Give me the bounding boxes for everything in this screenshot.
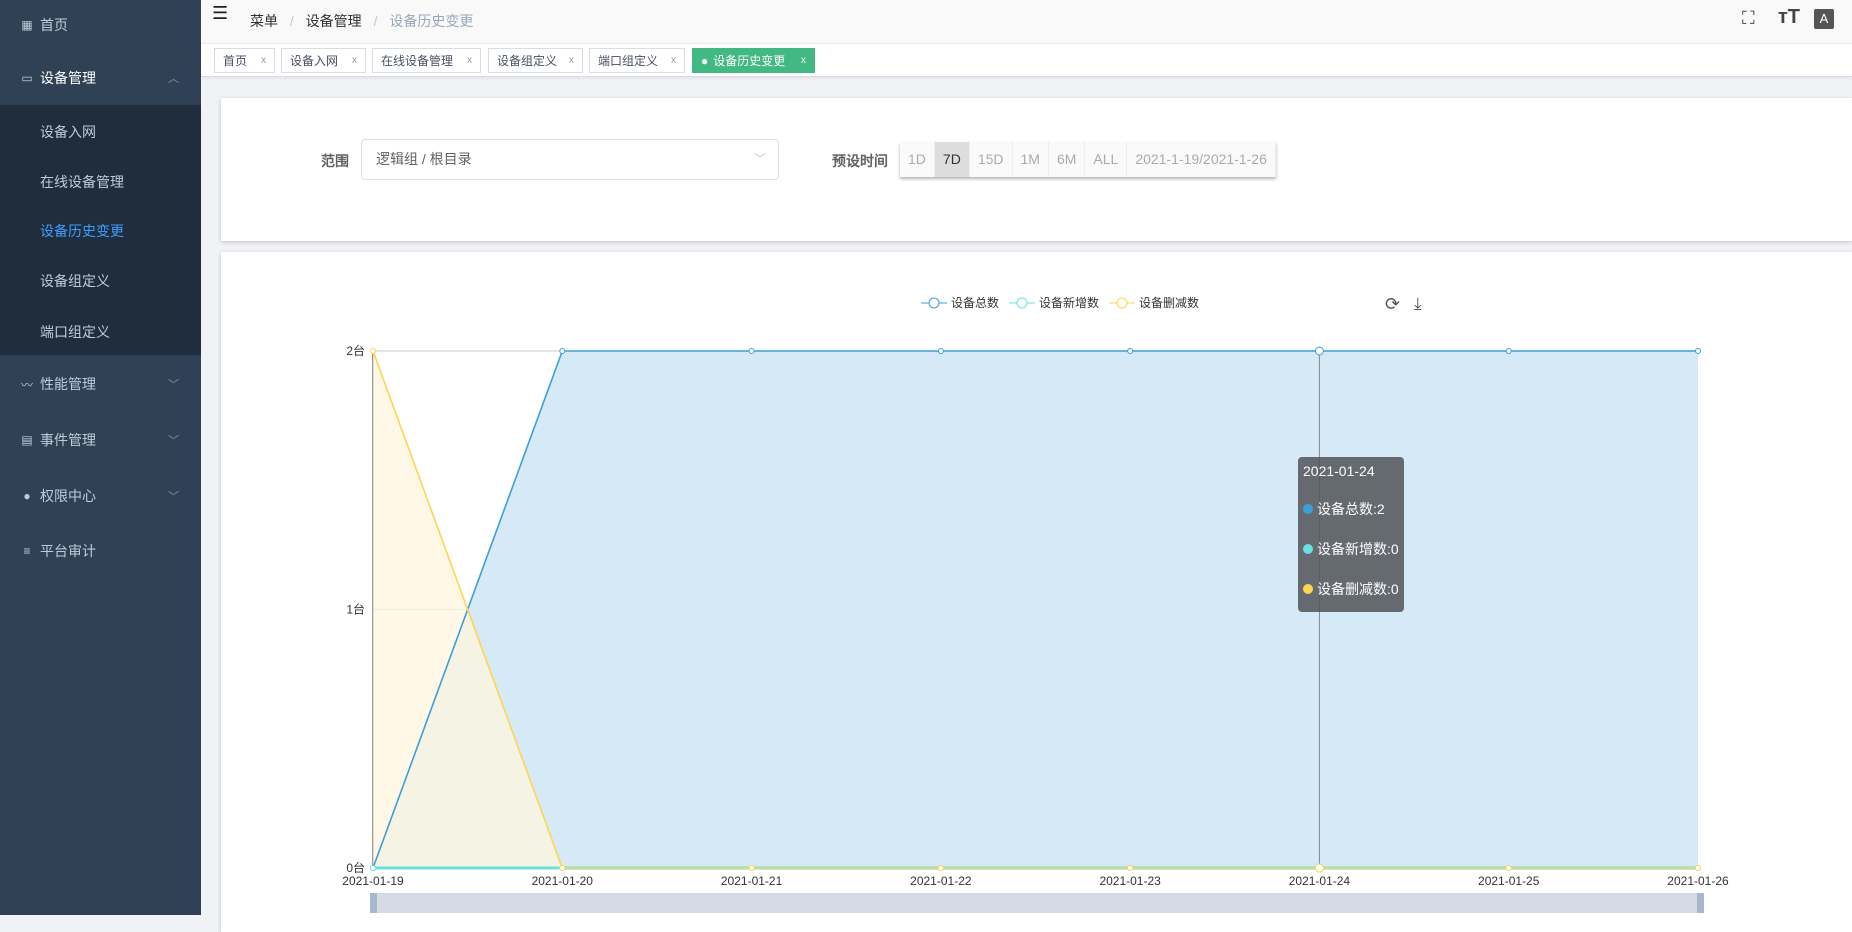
legend-item[interactable]: 设备删减数 [1109,294,1199,311]
tab-item[interactable]: 端口组定义 x [589,48,685,73]
tab-item[interactable]: 首页 x [214,48,275,73]
tooltip-row: 设备总数:2 [1303,499,1399,519]
tooltip-value: 设备总数:2 [1317,501,1385,517]
chevron-down-icon: ﹀ [753,152,766,166]
tooltip-value: 设备删减数:0 [1317,581,1399,597]
breadcrumb-separator: / [373,13,378,29]
tab-label: 设备入网 [290,54,339,68]
time-range-buttons: 1D 7D 15D 1M 6M ALL 2021-1-19/2021-1-26 [900,142,1276,177]
device-submenu: 设备入网 在线设备管理 设备历史变更 设备组定义 端口组定义 [0,105,201,355]
tab-label: 端口组定义 [598,54,659,68]
time-button[interactable]: 15D [969,142,1013,177]
calendar-icon: ▤ [21,433,33,447]
menu-events[interactable]: ▤ 事件管理 ﹀ [0,415,201,465]
time-button[interactable]: 6M [1048,142,1086,177]
breadcrumb-separator: / [289,13,294,29]
fullscreen-icon[interactable]: ⛶ [1742,8,1755,29]
legend-item[interactable]: 设备总数 [921,294,999,311]
submenu-online-devices[interactable]: 在线设备管理 [40,167,124,197]
chart-legend: 设备总数 设备新增数 设备删减数 [921,294,1209,311]
time-button[interactable]: 1D [900,142,935,177]
trend-icon: 〰 [20,377,33,392]
close-icon[interactable]: x [569,55,574,66]
sidebar: ▦ 首页 ▭ 设备管理 ︿ 设备入网 在线设备管理 设备历史变更 设备组定义 端口组定… [0,0,201,915]
user-icon: ● [23,489,31,503]
time-label: 预设时间 [832,153,888,169]
legend-item[interactable]: 设备新增数 [1009,294,1099,311]
hamburger-icon[interactable]: ☰ [212,3,228,24]
tooltip-row: 设备新增数:0 [1303,539,1399,559]
time-button[interactable]: ALL [1085,142,1128,177]
close-icon[interactable]: x [261,55,266,66]
breadcrumb-device-management[interactable]: 设备管理 [306,13,362,29]
chevron-down-icon: ﹀ [168,435,179,447]
menu-home[interactable]: ▦ 首页 [0,0,201,50]
font-size-icon[interactable]: ᴛT [1778,6,1800,29]
time-button[interactable]: 7D [934,142,970,177]
translate-icon[interactable]: A [1814,9,1834,29]
series-dot [1303,504,1313,514]
submenu-port-groups[interactable]: 端口组定义 [40,317,110,347]
legend-label: 设备删减数 [1139,296,1200,310]
close-icon[interactable]: x [801,55,806,66]
list-icon: ≡ [23,544,31,558]
tooltip-title: 2021-01-24 [1303,463,1375,479]
submenu-device-groups[interactable]: 设备组定义 [40,266,110,296]
chevron-down-icon: ﹀ [168,379,179,391]
tab-item[interactable]: 设备组定义 x [488,48,583,73]
filter-card: 范围 逻辑组 / 根目录 ﹀ 预设时间 1D 7D 15D 1M 6M ALL 2021-1… [221,98,1852,241]
tab-item[interactable]: 在线设备管理 x [372,48,481,73]
legend-marker [1009,297,1036,308]
active-dot-icon: ● [701,53,709,68]
series-dot [1303,584,1313,594]
close-icon[interactable]: x [671,55,676,66]
legend-marker [1109,297,1136,308]
scope-select-value: 逻辑组 / 根目录 [376,151,472,167]
tooltip-value: 设备新增数:0 [1317,541,1399,557]
chevron-down-icon: ﹀ [168,491,179,503]
tab-label: 设备组定义 [497,54,558,68]
scope-select[interactable]: 逻辑组 / 根目录 ﹀ [361,139,779,180]
breadcrumb-current: 设备历史变更 [389,13,474,29]
scope-label: 范围 [321,153,349,169]
grid-icon: ▦ [21,18,33,32]
laptop-icon: ▭ [21,71,33,85]
submenu-device-join[interactable]: 设备入网 [40,117,96,147]
legend-marker [921,297,947,308]
legend-label: 设备总数 [951,296,1000,310]
tab-label: 首页 [223,54,248,68]
series-dot [1303,544,1313,554]
time-button[interactable]: 2021-1-19/2021-1-26 [1127,142,1276,177]
breadcrumb: 菜单 / 设备管理 / 设备历史变更 [250,11,473,31]
tab-item[interactable]: ● 设备历史变更 x [692,48,815,73]
menu-permissions[interactable]: ● 权限中心 ﹀ [0,471,201,521]
close-icon[interactable]: x [352,55,357,66]
chevron-up-icon: ︿ [168,73,179,85]
menu-device-management[interactable]: ▭ 设备管理 ︿ [0,53,201,103]
breadcrumb-menu: 菜单 [250,13,278,29]
time-button[interactable]: 1M [1012,142,1049,177]
download-icon[interactable]: ⤓ [1414,294,1422,314]
menu-audit[interactable]: ≡ 平台审计 [0,526,201,576]
tab-item[interactable]: 设备入网 x [281,48,366,73]
chart-card: 设备总数 设备新增数 设备删减数 ⟳ ⤓ [221,252,1852,932]
tooltip-row: 设备删减数:0 [1303,579,1399,599]
submenu-device-history[interactable]: 设备历史变更 [40,216,124,246]
close-icon[interactable]: x [467,55,472,66]
tab-label: 设备历史变更 [713,54,786,68]
navbar: ☰ 菜单 / 设备管理 / 设备历史变更 ⛶ ᴛT A [201,0,1852,44]
refresh-icon[interactable]: ⟳ [1385,294,1400,315]
tags-view: 首页 x 设备入网 x 在线设备管理 x 设备组定义 x 端口组定义 x ● 设备历史变更 x [201,44,1852,77]
tab-label: 在线设备管理 [381,54,454,68]
legend-label: 设备新增数 [1039,296,1100,310]
menu-performance[interactable]: 〰性能管理 ﹀ [0,359,201,409]
chart-tooltip: 2021-01-24 设备总数:2 设备新增数:0 设备删减数:0 [1298,457,1404,612]
